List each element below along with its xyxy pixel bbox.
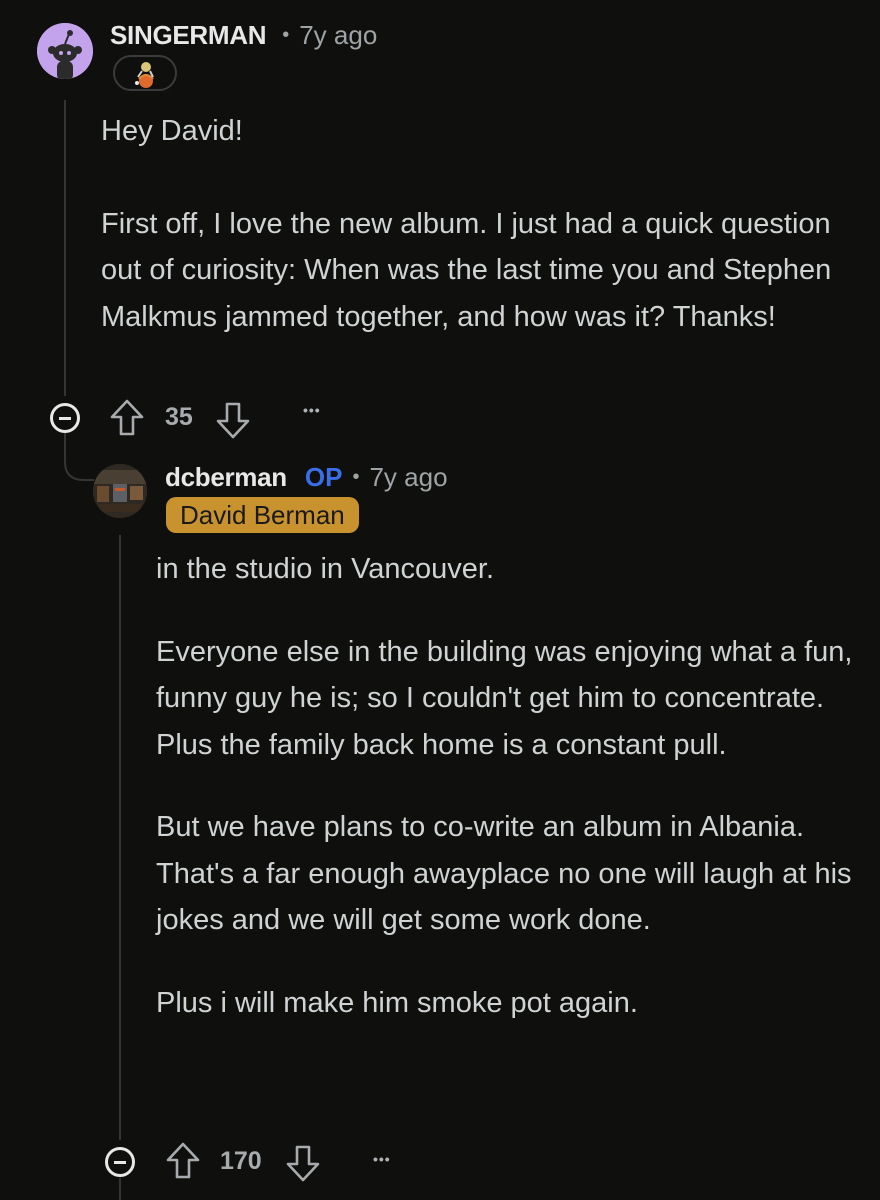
more-options-icon[interactable]: ••• (373, 1151, 391, 1167)
avatar[interactable] (93, 464, 147, 518)
reply-header: dcberman OP • 7y ago (165, 460, 448, 494)
snoo-avatar-icon (37, 23, 93, 79)
studio-photo-avatar-icon (93, 464, 147, 518)
collapse-minus-icon[interactable] (50, 403, 80, 433)
reply-author[interactable]: dcberman (165, 462, 287, 493)
reply-paragraph: But we have plans to co-write an album i… (156, 811, 852, 936)
thread-line-reply-tail (119, 1178, 121, 1200)
thread-line-comment[interactable] (64, 100, 66, 396)
achievement-flair[interactable] (113, 55, 177, 91)
user-flair: David Berman (166, 497, 359, 533)
comment-timestamp[interactable]: 7y ago (299, 20, 377, 51)
comment-paragraph: Hey David! (101, 115, 243, 147)
vote-score: 170 (220, 1147, 262, 1175)
meta-separator: • (352, 465, 360, 488)
more-options-icon[interactable]: ••• (303, 402, 321, 418)
vote-score: 35 (165, 403, 193, 431)
upvote-icon[interactable] (109, 398, 145, 438)
reply-timestamp[interactable]: 7y ago (369, 462, 447, 493)
reply-paragraph: Plus i will make him smoke pot again. (156, 986, 638, 1019)
comment-header: SINGERMAN • 7y ago (110, 18, 377, 52)
reply-paragraph: in the studio in Vancouver. (156, 553, 495, 585)
upvote-icon[interactable] (165, 1141, 201, 1181)
reply-paragraph: Everyone else in the building was enjoyi… (156, 635, 853, 761)
downvote-icon[interactable] (215, 400, 251, 440)
op-badge: OP (304, 461, 343, 492)
trophy-flair-icon (135, 62, 154, 88)
thread-line-reply[interactable] (119, 535, 121, 1140)
comment-body: Hey David! First off, I love the new alb… (101, 108, 841, 340)
comment-author[interactable]: SINGERMAN (110, 20, 267, 51)
meta-separator: • (282, 23, 290, 46)
downvote-icon[interactable] (285, 1143, 321, 1183)
avatar[interactable] (37, 23, 93, 79)
collapse-minus-icon[interactable] (105, 1147, 135, 1177)
reply-body: in the studio in Vancouver. Everyone els… (156, 546, 856, 1026)
comment-paragraph: First off, I love the new album. I just … (101, 207, 832, 333)
